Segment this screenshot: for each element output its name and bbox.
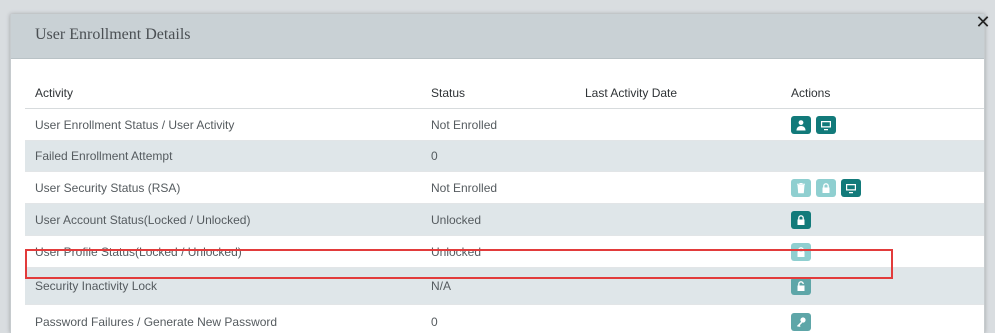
status-cell: Not Enrolled — [431, 117, 498, 132]
col-actions: Actions — [791, 86, 831, 100]
lock-icon[interactable] — [791, 242, 811, 261]
status-cell: 0 — [431, 314, 438, 329]
status-cell: Not Enrolled — [431, 180, 498, 195]
table-row-security-status-rsa: User Security Status (RSA) Not Enrolled — [25, 172, 984, 204]
actions-cell — [791, 172, 861, 203]
table-row-profile-status: User Profile Status(Locked / Unlocked) U… — [25, 236, 984, 268]
unlock-icon[interactable] — [791, 277, 811, 295]
actions-cell — [791, 236, 811, 267]
key-icon[interactable] — [791, 312, 811, 331]
activity-cell: User Account Status(Locked / Unlocked) — [35, 212, 251, 227]
lock-icon[interactable] — [816, 178, 836, 197]
actions-cell — [791, 305, 811, 333]
activity-cell: Failed Enrollment Attempt — [35, 149, 173, 163]
col-last-activity: Last Activity Date — [585, 86, 678, 100]
modal-title: User Enrollment Details — [35, 26, 191, 43]
status-cell: Unlocked — [431, 244, 482, 259]
table-header: Activity Status Last Activity Date Actio… — [25, 78, 984, 109]
close-icon[interactable]: ✕ — [974, 14, 992, 32]
activity-cell: User Security Status (RSA) — [35, 180, 181, 195]
activity-cell: Security Inactivity Lock — [35, 279, 158, 293]
activity-cell: Password Failures / Generate New Passwor… — [35, 314, 278, 329]
activity-cell: User Enrollment Status / User Activity — [35, 117, 235, 132]
table-row-inactivity-lock: Security Inactivity Lock N/A — [25, 268, 984, 305]
actions-cell — [791, 109, 836, 140]
status-cell: 0 — [431, 149, 438, 163]
col-activity: Activity — [35, 86, 74, 100]
user-icon[interactable] — [791, 115, 811, 134]
table-row-enrollment-status: User Enrollment Status / User Activity N… — [25, 109, 984, 141]
user-enrollment-modal: User Enrollment Details Activity Status … — [10, 14, 985, 333]
activity-cell: User Profile Status(Locked / Unlocked) — [35, 244, 242, 259]
lock-icon[interactable] — [791, 210, 811, 229]
table-row-failed-enrollment: Failed Enrollment Attempt 0 — [25, 141, 984, 172]
monitor-icon[interactable] — [816, 115, 836, 134]
table-row-account-status: User Account Status(Locked / Unlocked) U… — [25, 204, 984, 236]
enrollment-table: Activity Status Last Activity Date Actio… — [25, 78, 984, 333]
trash-icon[interactable] — [791, 178, 811, 197]
modal-header: User Enrollment Details — [11, 14, 984, 59]
status-cell: Unlocked — [431, 212, 482, 227]
col-status: Status — [431, 86, 466, 100]
status-cell: N/A — [431, 279, 452, 293]
actions-cell — [791, 268, 811, 304]
table-row-password-failures: Password Failures / Generate New Passwor… — [25, 305, 984, 333]
monitor-icon[interactable] — [841, 178, 861, 197]
actions-cell — [791, 204, 811, 235]
